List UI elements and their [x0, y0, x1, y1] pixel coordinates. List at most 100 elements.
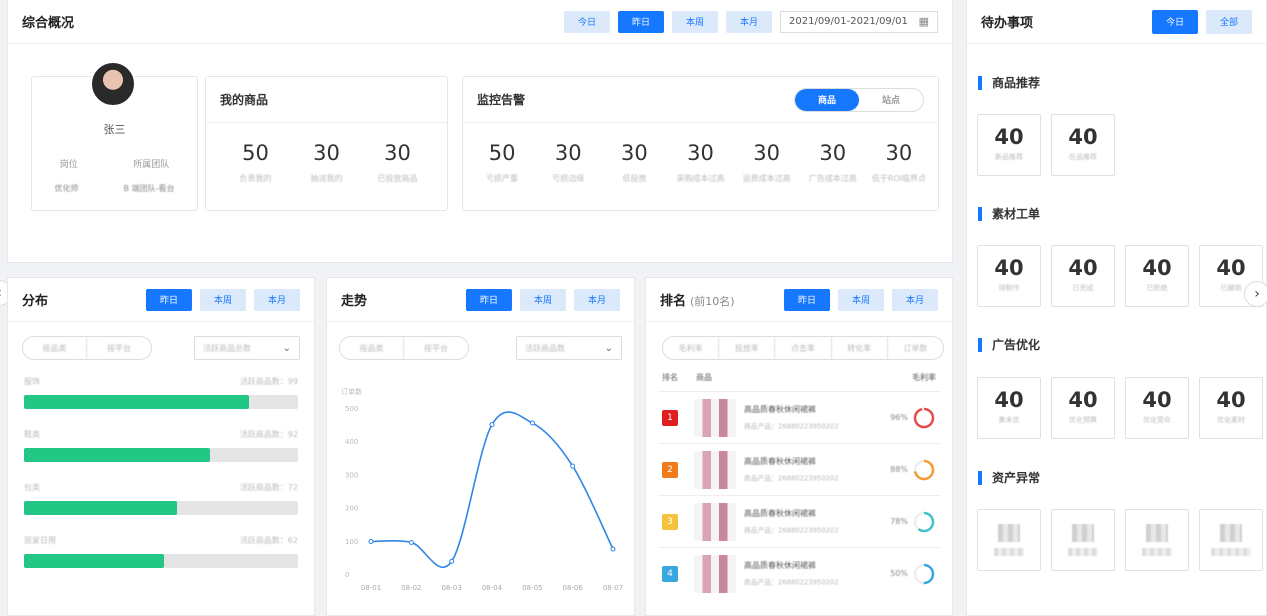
segment-orders[interactable]: 订单数 — [888, 337, 943, 359]
progress-ring — [913, 511, 935, 532]
trend-line-chart: 订单数 0 100 200 300 400 500 08-01 08-02 08-03 08-04 0… — [341, 387, 623, 592]
todo-label: 重未优 — [998, 416, 1020, 424]
tab-week[interactable]: 本周 — [200, 288, 246, 311]
goods-stat[interactable]: 30 抽派我的 — [291, 123, 362, 184]
tab-week[interactable]: 本周 — [672, 10, 718, 33]
todo-item[interactable]: 40 待制作 — [977, 245, 1041, 307]
distribution-bar-item[interactable]: 服饰 活跃商品数：99 — [8, 376, 314, 409]
todo-item[interactable]: 40 新品推荐 — [977, 114, 1041, 176]
y-axis-label: 订单数 — [341, 387, 362, 396]
monitor-stat[interactable]: 30 广告成本过高 — [800, 123, 866, 184]
section-title: 商品推荐 — [992, 76, 1041, 90]
monitor-stat[interactable]: 50 亏损严重 — [469, 123, 535, 184]
tab-week[interactable]: 本周 — [838, 288, 884, 311]
distribution-bar-item[interactable]: 包类 活跃商品数：72 — [8, 482, 314, 515]
data-point[interactable] — [529, 420, 535, 426]
todo-item-blurred[interactable] — [977, 509, 1041, 571]
ranking-row[interactable]: 1 高品质春秋休闲裙裤 商品产品：26880223950202 96% — [658, 391, 940, 443]
ranking-row[interactable]: 4 高品质春秋休闲裙裤 商品产品：26880223950202 50% — [658, 547, 940, 599]
y-tick-label: 0 — [345, 571, 349, 579]
ranking-segment[interactable]: 毛利率 投放率 点击率 转化率 订单数 — [662, 336, 944, 360]
segment-margin[interactable]: 毛利率 — [663, 337, 720, 359]
todo-item[interactable]: 40 已拒绝 — [1125, 245, 1189, 307]
segment-delivery[interactable]: 投放率 — [719, 337, 776, 359]
tab-month[interactable]: 本月 — [892, 288, 938, 311]
goods-stat-label: 抽派我的 — [310, 174, 343, 183]
todo-item[interactable]: 40 优化预算 — [1051, 377, 1115, 439]
monitor-stat-label: 低于ROI临界点 — [871, 174, 927, 183]
x-tick-label: 08-03 — [441, 584, 461, 592]
distribution-segment[interactable]: 按品类 按平台 — [22, 336, 152, 360]
tab-week[interactable]: 本周 — [520, 288, 566, 311]
segment-by-category[interactable]: 按品类 — [23, 337, 87, 359]
calendar-icon: ▦ — [918, 15, 929, 28]
monitor-stat-label: 低投放 — [622, 174, 647, 183]
product-thumbnail[interactable] — [694, 450, 736, 489]
avatar[interactable] — [90, 61, 136, 107]
bar-label: 服饰 — [24, 377, 40, 386]
trend-title: 走势 — [341, 294, 368, 309]
scroll-right-button[interactable]: › — [1244, 281, 1267, 307]
tab-yesterday[interactable]: 昨日 — [146, 288, 192, 311]
todo-item[interactable]: 40 已完成 — [1051, 245, 1115, 307]
tab-month[interactable]: 本月 — [254, 288, 300, 311]
product-name: 高品质春秋休闲裙裤 — [744, 404, 816, 414]
data-point[interactable] — [610, 546, 616, 552]
todo-item-blurred[interactable] — [1199, 509, 1263, 571]
tab-month[interactable]: 本月 — [726, 10, 772, 33]
monitor-stat[interactable]: 30 低于ROI临界点 — [866, 123, 932, 184]
tab-all[interactable]: 全部 — [1206, 9, 1252, 34]
product-thumbnail[interactable] — [694, 554, 736, 593]
monitor-stat-value: 30 — [620, 141, 648, 165]
todo-item[interactable]: 40 在品推荐 — [1051, 114, 1115, 176]
segment-by-platform[interactable]: 按平台 — [87, 337, 151, 359]
distribution-bar-item[interactable]: 居家日用 活跃商品数：62 — [8, 535, 314, 568]
segment-by-category[interactable]: 按品类 — [340, 337, 404, 359]
goods-stat[interactable]: 50 负责我的 — [220, 123, 291, 184]
tab-yesterday[interactable]: 昨日 — [618, 10, 664, 33]
toggle-goods[interactable]: 商品 — [795, 88, 859, 111]
monitor-stat[interactable]: 30 采购成本过高 — [667, 123, 733, 184]
ranking-row[interactable]: 3 高品质春秋休闲裙裤 商品产品：26880223950202 78% — [658, 495, 940, 547]
todo-item-blurred[interactable] — [1051, 509, 1115, 571]
distribution-bar-item[interactable]: 鞋类 活跃商品数：92 — [8, 429, 314, 462]
tab-yesterday[interactable]: 昨日 — [466, 288, 512, 311]
segment-by-platform[interactable]: 按平台 — [404, 337, 468, 359]
todo-value: 40 — [1142, 256, 1172, 280]
tab-today[interactable]: 今日 — [564, 10, 610, 33]
monitor-stat[interactable]: 30 低投放 — [601, 123, 667, 184]
trend-select[interactable]: 活跃商品数 ⌄ — [516, 336, 622, 360]
product-thumbnail[interactable] — [694, 398, 736, 437]
toggle-site[interactable]: 站点 — [859, 89, 923, 111]
distribution-select[interactable]: 活跃商品总数 ⌄ — [194, 336, 300, 360]
data-point[interactable] — [570, 463, 576, 469]
data-point[interactable] — [368, 538, 374, 544]
monitor-toggle[interactable]: 商品 站点 — [794, 87, 924, 112]
todo-item[interactable]: 40 优化素材 — [1199, 377, 1263, 439]
date-range-picker[interactable]: 2021/09/01-2021/09/01 ▦ — [780, 10, 938, 33]
segment-ctr[interactable]: 点击率 — [775, 337, 832, 359]
segment-cvr[interactable]: 转化率 — [832, 337, 888, 359]
chevron-right-icon: › — [1254, 286, 1260, 302]
monitor-stat[interactable]: 30 运费成本过高 — [734, 123, 800, 184]
data-point[interactable] — [449, 558, 455, 564]
data-point[interactable] — [489, 422, 495, 428]
tab-today[interactable]: 今日 — [1152, 9, 1198, 34]
ranking-row[interactable]: 2 高品质春秋休闲裙裤 商品产品：26880223950202 88% — [658, 443, 940, 495]
tab-month[interactable]: 本月 — [574, 288, 620, 311]
goods-stat[interactable]: 30 已投放商品 — [362, 123, 433, 184]
todo-label: 已拒绝 — [1146, 284, 1168, 292]
data-point[interactable] — [408, 539, 414, 545]
col-product: 商品 — [696, 373, 712, 382]
monitor-stat-label: 广告成本过高 — [808, 174, 857, 183]
trend-segment[interactable]: 按品类 按平台 — [339, 336, 469, 360]
monitor-stat[interactable]: 30 亏损边缘 — [535, 123, 601, 184]
section-title: 资产异常 — [992, 471, 1041, 485]
product-thumbnail[interactable] — [694, 502, 736, 541]
monitor-stat-label: 运费成本过高 — [742, 174, 791, 183]
todo-item[interactable]: 40 重未优 — [977, 377, 1041, 439]
todo-item-blurred[interactable] — [1125, 509, 1189, 571]
monitor-stat-label: 采购成本过高 — [676, 174, 725, 183]
tab-yesterday[interactable]: 昨日 — [784, 288, 830, 311]
todo-item[interactable]: 40 优化受众 — [1125, 377, 1189, 439]
